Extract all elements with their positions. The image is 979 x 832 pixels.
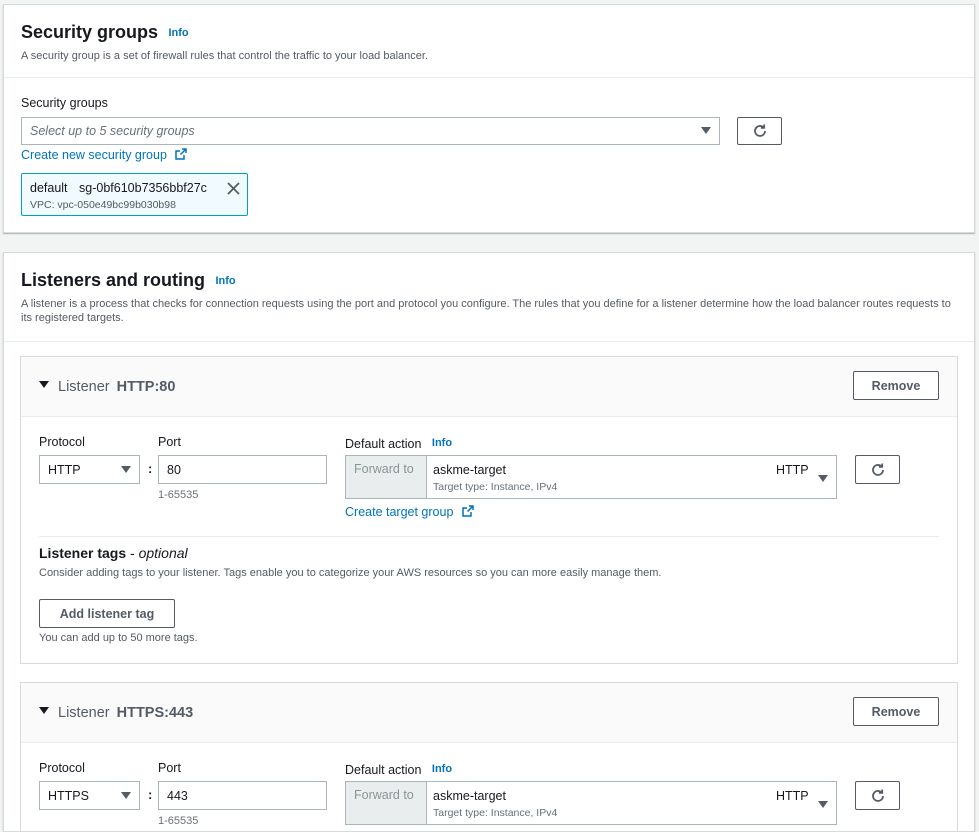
default-action-label: Default action	[345, 763, 422, 777]
target-name: askme-target	[433, 789, 506, 803]
separator-colon: :	[148, 787, 153, 802]
target-protocol: HTTP	[776, 463, 809, 477]
separator-colon: :	[148, 461, 153, 476]
chevron-down-icon	[121, 465, 131, 473]
security-groups-panel: Security groups Info A security group is…	[3, 4, 975, 233]
external-link-icon	[462, 505, 474, 517]
listener-card: Listener HTTPS:443 Remove Protocol HTTPS…	[20, 682, 958, 832]
target-type: Target type: Instance, IPv4	[433, 807, 558, 819]
port-label: Port	[158, 435, 181, 449]
refresh-target-groups-button[interactable]	[855, 455, 900, 484]
chevron-down-icon	[701, 127, 711, 134]
chevron-down-icon	[121, 791, 131, 799]
listener-header[interactable]: Listener HTTP:80 Remove	[21, 357, 957, 417]
listener-card: Listener HTTP:80 Remove Protocol HTTP : …	[20, 356, 958, 664]
port-value: 443	[167, 788, 188, 803]
external-link-icon	[175, 148, 188, 160]
default-action-info-link[interactable]: Info	[432, 437, 452, 449]
protocol-value: HTTP	[48, 462, 81, 477]
port-input[interactable]: 443	[158, 781, 327, 810]
refresh-security-groups-button[interactable]	[737, 117, 782, 145]
protocol-select[interactable]: HTTPS	[39, 781, 140, 810]
protocol-label: Protocol	[39, 761, 85, 775]
token-name: default	[30, 181, 68, 195]
token-vpc: VPC: vpc-050e49bc99b030b98	[30, 199, 176, 211]
security-groups-title: Security groups	[21, 22, 159, 42]
remove-listener-button[interactable]: Remove	[853, 371, 939, 400]
security-groups-placeholder: Select up to 5 security groups	[30, 124, 195, 138]
target-group-select[interactable]: Forward to askme-target Target type: Ins…	[345, 781, 837, 825]
listeners-info-link[interactable]: Info	[215, 275, 235, 287]
add-listener-tag-button[interactable]: Add listener tag	[39, 599, 175, 628]
protocol-select[interactable]: HTTP	[39, 455, 140, 484]
listeners-header: Listeners and routing Info A listener is…	[4, 253, 974, 342]
listeners-description: A listener is a process that checks for …	[21, 298, 951, 324]
security-groups-select[interactable]: Select up to 5 security groups	[21, 117, 720, 145]
security-groups-header: Security groups Info A security group is…	[4, 5, 974, 78]
listener-name: HTTP:80	[116, 379, 176, 395]
tags-optional-text: optional	[138, 545, 188, 561]
tags-dash: -	[126, 545, 139, 561]
port-hint: 1-65535	[158, 815, 199, 827]
refresh-icon	[871, 463, 884, 476]
security-groups-info-link[interactable]: Info	[168, 27, 188, 39]
caret-down-icon[interactable]	[39, 381, 49, 388]
listener-prefix: Listener	[58, 705, 110, 721]
protocol-value: HTTPS	[48, 788, 89, 803]
target-type: Target type: Instance, IPv4	[433, 481, 558, 493]
refresh-icon	[753, 124, 766, 137]
create-security-group-label: Create new security group	[21, 148, 167, 162]
forward-to-label: Forward to	[346, 456, 427, 498]
listener-header[interactable]: Listener HTTPS:443 Remove	[21, 683, 957, 743]
close-icon[interactable]	[227, 182, 240, 195]
tags-hint: You can add up to 50 more tags.	[39, 632, 198, 644]
divider	[39, 536, 939, 537]
refresh-icon	[871, 789, 884, 802]
security-groups-field-label: Security groups	[21, 96, 108, 110]
protocol-label: Protocol	[39, 435, 85, 449]
listener-name: HTTPS:443	[116, 705, 194, 721]
caret-down-icon[interactable]	[39, 707, 49, 714]
security-group-token: default sg-0bf610b7356bbf27c VPC: vpc-05…	[21, 173, 248, 216]
port-hint: 1-65535	[158, 489, 199, 501]
chevron-down-icon	[818, 475, 828, 482]
port-label: Port	[158, 761, 181, 775]
forward-to-label: Forward to	[346, 782, 427, 824]
chevron-down-icon	[818, 801, 828, 808]
listeners-title: Listeners and routing	[21, 270, 206, 290]
listener-prefix: Listener	[58, 379, 110, 395]
token-id: sg-0bf610b7356bbf27c	[79, 181, 207, 195]
port-input[interactable]: 80	[158, 455, 327, 484]
remove-listener-button[interactable]: Remove	[853, 697, 939, 726]
create-target-group-link[interactable]: Create target group	[345, 505, 474, 519]
refresh-target-groups-button[interactable]	[855, 781, 900, 810]
create-target-group-label: Create target group	[345, 505, 454, 519]
create-security-group-link[interactable]: Create new security group	[21, 148, 188, 162]
port-value: 80	[167, 462, 181, 477]
target-group-select[interactable]: Forward to askme-target Target type: Ins…	[345, 455, 837, 499]
target-protocol: HTTP	[776, 789, 809, 803]
target-name: askme-target	[433, 463, 506, 477]
listener-tags-description: Consider adding tags to your listener. T…	[39, 567, 662, 579]
default-action-label: Default action	[345, 437, 422, 451]
listener-tags-title: Listener tags - optional	[39, 545, 188, 561]
tags-title-text: Listener tags	[39, 545, 127, 561]
default-action-info-link[interactable]: Info	[432, 763, 452, 775]
security-groups-description: A security group is a set of firewall ru…	[21, 50, 429, 62]
